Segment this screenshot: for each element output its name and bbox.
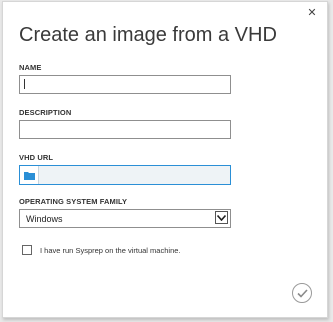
create-image-dialog: ✕ Create an image from a VHD NAME DESCRI… <box>2 1 328 318</box>
sysprep-label[interactable]: I have run Sysprep on the virtual machin… <box>40 246 181 255</box>
os-family-selected-value: Windows <box>26 214 63 224</box>
name-label: NAME <box>19 63 42 72</box>
sysprep-row: I have run Sysprep on the virtual machin… <box>22 245 181 255</box>
os-family-label: OPERATING SYSTEM FAMILY <box>19 197 128 206</box>
folder-icon <box>23 171 35 180</box>
close-icon[interactable]: ✕ <box>306 7 318 19</box>
dialog-title: Create an image from a VHD <box>19 24 277 46</box>
name-field-wrap <box>19 75 231 94</box>
text-caret <box>24 79 25 89</box>
checkmark-icon <box>296 288 308 298</box>
vhd-url-field <box>19 165 231 185</box>
sysprep-checkbox[interactable] <box>22 245 32 255</box>
name-input[interactable] <box>19 75 231 94</box>
confirm-button[interactable] <box>292 283 312 303</box>
description-label: DESCRIPTION <box>19 108 72 117</box>
vhd-url-input[interactable] <box>39 166 230 184</box>
browse-storage-button[interactable] <box>20 166 39 184</box>
os-family-select[interactable]: Windows <box>19 209 231 228</box>
chevron-down-icon[interactable] <box>215 211 228 224</box>
description-input[interactable] <box>19 120 231 139</box>
vhd-url-label: VHD URL <box>19 153 54 162</box>
